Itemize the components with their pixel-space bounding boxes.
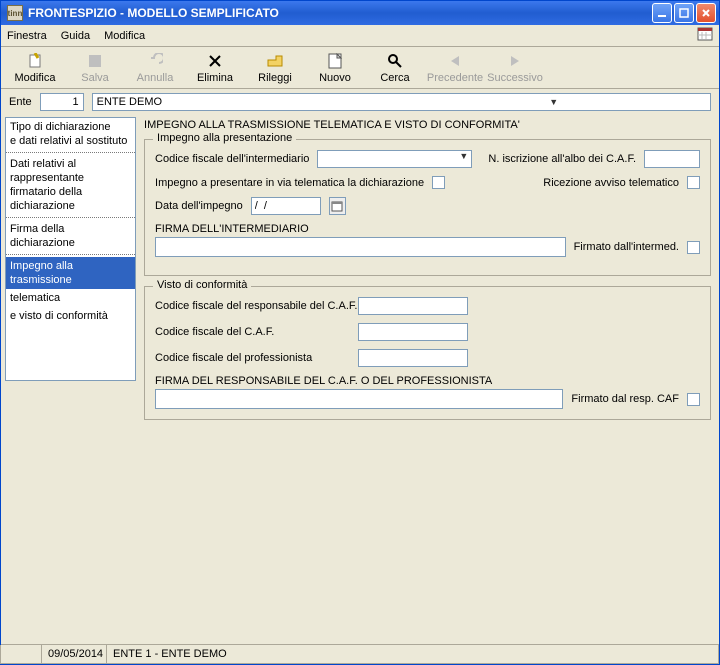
fs-impegno-legend: Impegno alla presentazione bbox=[153, 132, 296, 144]
app-icon: tinn bbox=[7, 5, 23, 21]
data-impegno-label: Data dell'impegno bbox=[155, 200, 243, 212]
ricezione-checkbox[interactable] bbox=[687, 176, 700, 189]
firmato-intermed-label: Firmato dall'intermed. bbox=[574, 241, 679, 253]
tool-modifica-label: Modifica bbox=[15, 72, 56, 84]
save-icon bbox=[86, 52, 104, 70]
tool-successivo: Successivo bbox=[485, 50, 545, 86]
ente-name-text: ENTE DEMO bbox=[97, 96, 402, 108]
prev-icon bbox=[446, 52, 464, 70]
chevron-down-icon[interactable]: ▼ bbox=[456, 151, 471, 167]
tool-cerca-label: Cerca bbox=[380, 72, 409, 84]
new-icon bbox=[326, 52, 344, 70]
minimize-button[interactable] bbox=[652, 3, 672, 23]
ricezione-label: Ricezione avviso telematico bbox=[543, 177, 679, 189]
ente-name-dropdown[interactable]: ENTE DEMO ▼ bbox=[92, 93, 711, 111]
tool-salva: Salva bbox=[65, 50, 125, 86]
chevron-down-icon[interactable]: ▼ bbox=[401, 97, 706, 107]
cf-responsabile-label: Codice fiscale del responsabile del C.A.… bbox=[155, 300, 350, 312]
main-panel: IMPEGNO ALLA TRASMISSIONE TELEMATICA E V… bbox=[136, 117, 715, 381]
firmato-resp-checkbox[interactable] bbox=[687, 393, 700, 406]
tool-annulla: Annulla bbox=[125, 50, 185, 86]
firma-intermediario-label: FIRMA DELL'INTERMEDIARIO bbox=[155, 223, 309, 235]
data-impegno-input[interactable] bbox=[251, 197, 321, 215]
cf-prof-label: Codice fiscale del professionista bbox=[155, 352, 350, 364]
menubar: Finestra Guida Modifica bbox=[1, 25, 719, 47]
tool-elimina-label: Elimina bbox=[197, 72, 233, 84]
tool-precedente-label: Precedente bbox=[427, 72, 483, 84]
menu-guida[interactable]: Guida bbox=[61, 30, 90, 42]
tool-salva-label: Salva bbox=[81, 72, 109, 84]
maximize-button[interactable] bbox=[674, 3, 694, 23]
minimize-icon bbox=[657, 8, 667, 18]
status-cell-empty bbox=[0, 645, 42, 664]
sidebar-item-impegno-l1: Impegno alla trasmissione bbox=[6, 257, 135, 289]
tool-successivo-label: Successivo bbox=[487, 72, 543, 84]
calendar-icon[interactable] bbox=[697, 26, 713, 45]
firmato-intermed-checkbox[interactable] bbox=[687, 241, 700, 254]
reload-icon bbox=[266, 52, 284, 70]
sidebar-item-impegno-l3: e visto di conformità bbox=[6, 307, 135, 325]
close-icon bbox=[701, 8, 711, 18]
calendar-icon bbox=[331, 200, 343, 212]
undo-icon bbox=[146, 52, 164, 70]
tool-rileggi-label: Rileggi bbox=[258, 72, 292, 84]
sidebar-item-impegno-l2: telematica bbox=[6, 289, 135, 307]
status-date: 09/05/2014 bbox=[41, 645, 107, 664]
iscrizione-input[interactable] bbox=[644, 150, 700, 168]
tool-cerca[interactable]: Cerca bbox=[365, 50, 425, 86]
sidebar-item-firma[interactable]: Firma della dichiarazione bbox=[6, 220, 135, 252]
app-window: tinn FRONTESPIZIO - MODELLO SEMPLIFICATO… bbox=[0, 0, 720, 665]
tool-modifica[interactable]: Modifica bbox=[5, 50, 65, 86]
firma-resp-input[interactable] bbox=[155, 389, 563, 409]
cf-caf-label: Codice fiscale del C.A.F. bbox=[155, 326, 350, 338]
next-icon bbox=[506, 52, 524, 70]
calendar-picker-button[interactable] bbox=[329, 197, 346, 215]
ente-label: Ente bbox=[9, 96, 32, 108]
sidebar-item-rappresentante[interactable]: Dati relativi al rappresentantefirmatari… bbox=[6, 155, 135, 215]
firmato-resp-label: Firmato dal resp. CAF bbox=[571, 393, 679, 405]
cf-responsabile-input[interactable] bbox=[358, 297, 468, 315]
edit-icon bbox=[26, 52, 44, 70]
cf-intermediario-dropdown[interactable]: ▼ bbox=[317, 150, 472, 168]
status-text: ENTE 1 - ENTE DEMO bbox=[106, 645, 719, 664]
tool-elimina[interactable]: Elimina bbox=[185, 50, 245, 86]
firma-intermediario-input[interactable] bbox=[155, 237, 566, 257]
close-button[interactable] bbox=[696, 3, 716, 23]
toolbar: Modifica Salva Annulla Elimina Rileggi N… bbox=[1, 47, 719, 89]
sidebar-item-tipo[interactable]: Tipo di dichiarazionee dati relativi al … bbox=[6, 118, 135, 150]
sidebar: Tipo di dichiarazionee dati relativi al … bbox=[5, 117, 136, 381]
tool-annulla-label: Annulla bbox=[137, 72, 174, 84]
fs-impegno: Impegno alla presentazione Codice fiscal… bbox=[144, 139, 711, 276]
fs-visto: Visto di conformità Codice fiscale del r… bbox=[144, 286, 711, 420]
firma-resp-label: FIRMA DEL RESPONSABILE DEL C.A.F. O DEL … bbox=[155, 375, 492, 387]
tool-rileggi[interactable]: Rileggi bbox=[245, 50, 305, 86]
cf-caf-input[interactable] bbox=[358, 323, 468, 341]
ente-row: Ente 1 ENTE DEMO ▼ bbox=[1, 89, 719, 117]
maximize-icon bbox=[679, 8, 689, 18]
menu-modifica[interactable]: Modifica bbox=[104, 30, 145, 42]
iscrizione-label: N. iscrizione all'albo dei C.A.F. bbox=[488, 153, 636, 165]
window-title: FRONTESPIZIO - MODELLO SEMPLIFICATO bbox=[28, 6, 652, 20]
sidebar-item-impegno[interactable]: Impegno alla trasmissione telematica e v… bbox=[6, 257, 135, 325]
delete-icon bbox=[206, 52, 224, 70]
search-icon bbox=[386, 52, 404, 70]
cf-prof-input[interactable] bbox=[358, 349, 468, 367]
panel-title: IMPEGNO ALLA TRASMISSIONE TELEMATICA E V… bbox=[140, 117, 715, 133]
tool-nuovo-label: Nuovo bbox=[319, 72, 351, 84]
menu-finestra[interactable]: Finestra bbox=[7, 30, 47, 42]
ente-num-input[interactable]: 1 bbox=[40, 93, 84, 111]
tool-precedente: Precedente bbox=[425, 50, 485, 86]
statusbar: 09/05/2014 ENTE 1 - ENTE DEMO bbox=[1, 644, 719, 664]
tool-nuovo[interactable]: Nuovo bbox=[305, 50, 365, 86]
titlebar: tinn FRONTESPIZIO - MODELLO SEMPLIFICATO bbox=[1, 1, 719, 25]
impegno-telematica-checkbox[interactable] bbox=[432, 176, 445, 189]
cf-intermediario-label: Codice fiscale dell'intermediario bbox=[155, 153, 309, 165]
impegno-telematica-label: Impegno a presentare in via telematica l… bbox=[155, 177, 424, 189]
fs-visto-legend: Visto di conformità bbox=[153, 279, 251, 291]
